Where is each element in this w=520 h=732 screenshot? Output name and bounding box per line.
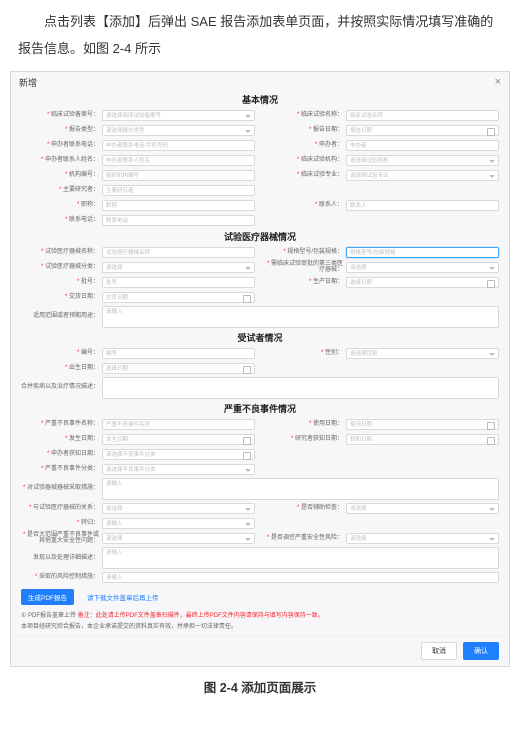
section-basic: 基本情况 bbox=[11, 91, 509, 108]
lbl-safety: 是否辅助检查： bbox=[265, 505, 343, 512]
gender-select[interactable]: 请选择性别 bbox=[346, 348, 499, 359]
figure-caption: 图 2-4 添加页面展示 bbox=[0, 677, 520, 696]
devname-input[interactable]: 试验医疗器械名称 bbox=[102, 247, 255, 258]
need3-select[interactable]: 请选择 bbox=[346, 262, 499, 273]
lbl-usedate: 使用日期： bbox=[265, 421, 343, 428]
lbl-saename: 严重不良事件名称： bbox=[21, 421, 99, 428]
trialname-input[interactable]: 临床试验名称 bbox=[346, 110, 499, 121]
sponsortel-input[interactable]: 申办者联系电话/手机号码 bbox=[102, 140, 255, 151]
lbl-trialname: 临床试验名称： bbox=[265, 112, 343, 119]
lbl-agentname: 申办者联系人姓名： bbox=[21, 157, 99, 164]
awaredate-input[interactable]: 获知日期 bbox=[346, 434, 499, 445]
safety-select[interactable]: 请选择 bbox=[346, 503, 499, 514]
auxex-select[interactable]: 请选择 bbox=[102, 503, 255, 514]
regno-select[interactable]: 请选择临床试验备案号 bbox=[102, 110, 255, 121]
lbl-bigrisk: 是否大范围严重不良事件或其他重大安全性问题： bbox=[21, 532, 99, 545]
cont-input[interactable]: 请选择不良事件分类 bbox=[102, 449, 255, 460]
risk-input[interactable]: 请输入 bbox=[102, 572, 499, 583]
impdate-input[interactable]: 交货日期 bbox=[102, 292, 255, 303]
lbl-auxex: 与试验医疗器械的关系： bbox=[21, 505, 99, 512]
sponsor-input[interactable]: 申办者 bbox=[346, 140, 499, 151]
lbl-pi: 主要研究者： bbox=[21, 187, 99, 194]
other-input[interactable]: 请输入 bbox=[102, 547, 499, 569]
lbl-code: 编号： bbox=[21, 350, 99, 357]
lbl-other: 发现以及处理详细描述： bbox=[21, 555, 99, 562]
lbl-tel: 联系电话： bbox=[21, 217, 99, 224]
lbl-occdate: 发生日期： bbox=[21, 436, 99, 443]
lbl-testmajor: 临床试验专业： bbox=[265, 172, 343, 179]
testmajor-select[interactable]: 请选择试验专业 bbox=[346, 170, 499, 181]
lbl-sponsortel: 申办者联系电话： bbox=[21, 142, 99, 149]
lbl-sponsor: 申办者： bbox=[265, 142, 343, 149]
lbl-risk: 采取的风险控制措施： bbox=[21, 574, 99, 581]
mfgdate-input[interactable]: 选择日期 bbox=[346, 277, 499, 288]
lbl-tester: 临床试验机构： bbox=[265, 157, 343, 164]
lbl-need3: 需临床试验审批的第三类医疗器械： bbox=[265, 261, 343, 274]
safeplan-select[interactable]: 请选择 bbox=[346, 533, 499, 544]
event-select[interactable]: 请选择不良事件分类 bbox=[102, 464, 255, 475]
lbl-rpttype: 报告类型： bbox=[21, 127, 99, 134]
pi-input[interactable]: 主要研究者 bbox=[102, 185, 255, 196]
contact-input[interactable]: 联系人 bbox=[346, 200, 499, 211]
lbl-devname: 试验医疗器械名称： bbox=[21, 249, 99, 256]
gen-pdf-button[interactable]: 生成PDF报告 bbox=[21, 589, 74, 605]
note2: 本项目经研究综合报告，本企业承诺提交的资料真实有效，并承担一切法律责任。 bbox=[11, 620, 509, 631]
cancel-button[interactable]: 取消 bbox=[421, 642, 457, 660]
lbl-cont: 申办者获知日期： bbox=[21, 451, 99, 458]
lbl-model: 规格型号/包装规格： bbox=[265, 249, 343, 256]
title-input[interactable]: 职称 bbox=[102, 200, 255, 211]
intro-text: 点击列表【添加】后弹出 SAE 报告添加表单页面，并按照实际情况填写准确的报告信… bbox=[0, 0, 520, 69]
lbl-awaredate: 研究者获知日期： bbox=[265, 436, 343, 443]
usage-input[interactable]: 请输入 bbox=[102, 306, 499, 328]
history-input[interactable] bbox=[102, 377, 499, 399]
lbl-org: 机构编号： bbox=[21, 172, 99, 179]
saename-input[interactable]: 严重不良事件名称 bbox=[102, 419, 255, 430]
lbl-gender: 性别： bbox=[265, 350, 343, 357]
section-subject: 受试者情况 bbox=[11, 329, 509, 346]
lbl-title: 职称： bbox=[21, 202, 99, 209]
ok-button[interactable]: 确认 bbox=[463, 642, 499, 660]
code-input[interactable]: 编号 bbox=[102, 348, 255, 359]
birth-input[interactable]: 选择日期 bbox=[102, 363, 255, 374]
close-icon[interactable]: × bbox=[495, 76, 501, 88]
lbl-birth: 出生日期： bbox=[21, 365, 99, 372]
lbl-devclass: 试验医疗器械分类： bbox=[21, 264, 99, 271]
lbl-rptdate: 报告日期： bbox=[265, 127, 343, 134]
section-device: 试验医疗器械情况 bbox=[11, 228, 509, 245]
lbl-contact: 联系人： bbox=[265, 202, 343, 209]
lbl-outcome: 转归： bbox=[21, 520, 99, 527]
note1a: PDF报告盖章上传 bbox=[28, 613, 76, 619]
lbl-usage: 适用范围或者预期用途： bbox=[21, 313, 99, 320]
lbl-lot: 批号： bbox=[21, 279, 99, 286]
lbl-measures: 对试验器械器械采取措施： bbox=[21, 485, 99, 492]
section-sae: 严重不良事件情况 bbox=[11, 400, 509, 417]
usedate-input[interactable]: 使用日期 bbox=[346, 419, 499, 430]
upload-link[interactable]: 请下载文件盖章后再上传 bbox=[80, 589, 166, 605]
lbl-history: 合并疾病以及治疗情况描述： bbox=[21, 384, 99, 391]
outcome-select[interactable]: 请输入 bbox=[102, 518, 255, 529]
lot-input[interactable]: 批号 bbox=[102, 277, 255, 288]
lbl-safeplan: 是否调控严重安全性风险： bbox=[265, 535, 343, 542]
lbl-mfgdate: 生产日期： bbox=[265, 279, 343, 286]
lbl-regno: 临床试验备案号： bbox=[21, 112, 99, 119]
tel-input[interactable]: 联系电话 bbox=[102, 215, 255, 226]
occdate-input[interactable]: 发生日期 bbox=[102, 434, 255, 445]
devclass-select[interactable]: 请选择 bbox=[102, 262, 255, 273]
modal-title: 新增 bbox=[19, 76, 37, 89]
tester-select[interactable]: 请选择试验机构 bbox=[346, 155, 499, 166]
add-modal: 新增 × 基本情况 临床试验备案号：请选择临床试验备案号 临床试验名称：临床试验… bbox=[10, 71, 510, 667]
lbl-impdate: 交货日期： bbox=[21, 294, 99, 301]
rpttype-select[interactable]: 请选择报告类型 bbox=[102, 125, 255, 136]
agentname-input[interactable]: 申办者联系人姓名 bbox=[102, 155, 255, 166]
bigrisk-select[interactable]: 请选择 bbox=[102, 533, 255, 544]
org-input[interactable]: 组织机构编号 bbox=[102, 170, 255, 181]
note1b: 备注：此处请上传PDF文件盖章扫描件，最终上传PDF文件内容请保持与填写内容保持… bbox=[78, 613, 324, 619]
rptdate-input[interactable]: 报告日期 bbox=[346, 125, 499, 136]
model-input[interactable]: 规格型号/包装规格 bbox=[346, 247, 499, 258]
measures-input[interactable]: 请输入 bbox=[102, 478, 499, 500]
lbl-event: 严重不良事件分类： bbox=[21, 466, 99, 473]
